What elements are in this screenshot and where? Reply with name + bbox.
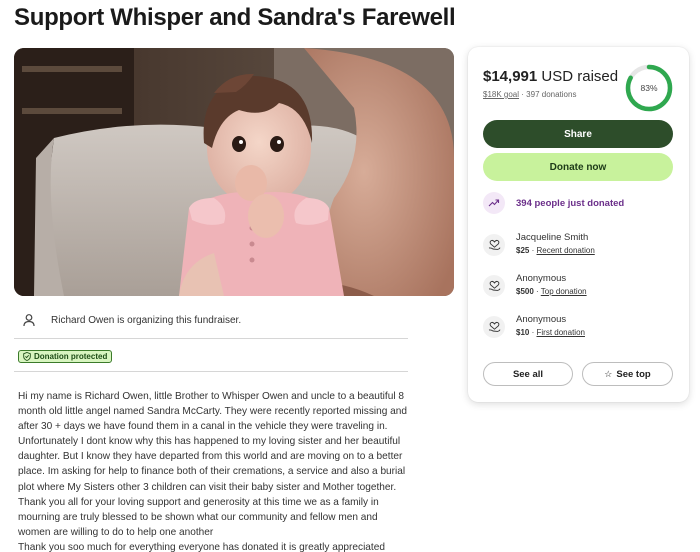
donor-name: Anonymous	[516, 314, 567, 325]
story-line: Thank you soo much for everything everyo…	[18, 541, 385, 552]
donor-separator: ·	[536, 287, 539, 296]
donation-count: 397 donations	[526, 90, 577, 99]
donor-meta: $10 · First donation	[516, 327, 585, 339]
amount-raised: $14,991 USD raised	[483, 68, 618, 85]
story-line: Thank you all for your loving support an…	[18, 496, 379, 508]
trending-up-icon	[483, 192, 505, 214]
story-line: Unfortunately I dont know why this has h…	[18, 436, 401, 448]
campaign-photo-image	[14, 48, 454, 296]
story-line: after 30 + days we have found them in a …	[18, 421, 388, 433]
donate-now-button[interactable]: Donate now	[483, 153, 673, 181]
donor-amount: $25	[516, 246, 530, 255]
goal-line: $18K goal · 397 donations	[483, 90, 576, 99]
divider	[14, 371, 408, 372]
heart-hand-icon	[483, 316, 505, 338]
page-title: Support Whisper and Sandra's Farewell	[14, 4, 456, 31]
organizer-row: Richard Owen is organizing this fundrais…	[18, 309, 408, 331]
heart-hand-icon	[483, 234, 505, 256]
divider	[14, 338, 408, 339]
goal-link[interactable]: $18K goal	[483, 90, 519, 99]
first-donation-link[interactable]: First donation	[537, 328, 585, 337]
donor-amount: $10	[516, 328, 530, 337]
story-line: Hi my name is Richard Owen, little Broth…	[18, 391, 404, 402]
story-line: plot where My Sisters other 3 children c…	[18, 481, 397, 493]
raised-amount: $14,991	[483, 68, 538, 85]
donor-separator: ·	[531, 328, 535, 337]
organizer-text: Richard Owen is organizing this fundrais…	[51, 314, 242, 326]
donor-item: Anonymous $500 · Top donation	[483, 273, 587, 298]
star-icon: ☆	[604, 368, 613, 379]
donation-protected-badge[interactable]: Donation protected	[18, 350, 113, 363]
see-top-label: See top	[616, 368, 651, 380]
badge-label: Donation protected	[34, 352, 108, 361]
donor-separator: ·	[531, 246, 535, 255]
recent-donation-link[interactable]: Recent donation	[537, 246, 595, 255]
see-top-button[interactable]: ☆ See top	[582, 362, 673, 386]
story-line: mourning are truly blessed to be shown w…	[18, 511, 378, 523]
donor-item: Jacqueline Smith $25 · Recent donation	[483, 232, 595, 257]
trending-row: 394 people just donated	[483, 192, 624, 214]
donor-amount: $500	[516, 287, 534, 296]
user-icon	[18, 309, 40, 331]
story-line: women are willing to do to help one anot…	[18, 526, 214, 538]
share-button[interactable]: Share	[483, 120, 673, 148]
donor-name: Jacqueline Smith	[516, 232, 589, 243]
donor-meta: $25 · Recent donation	[516, 245, 595, 257]
donor-item: Anonymous $10 · First donation	[483, 314, 585, 339]
story-line: place. Im asking for help to finance bot…	[18, 466, 406, 478]
progress-percent: 83%	[640, 83, 658, 93]
trending-text: 394 people just donated	[516, 197, 625, 209]
goal-separator: ·	[521, 90, 524, 99]
donation-card: $14,991 USD raised $18K goal · 397 donat…	[468, 47, 689, 402]
donor-name: Anonymous	[516, 273, 567, 284]
see-all-button[interactable]: See all	[483, 362, 573, 386]
story-line: month old little angel named Sandra McCa…	[18, 406, 407, 418]
progress-ring: 83%	[624, 63, 674, 113]
shield-check-icon	[23, 352, 31, 361]
story-text: Hi my name is Richard Owen, little Broth…	[18, 389, 418, 552]
heart-hand-icon	[483, 275, 505, 297]
top-donation-link[interactable]: Top donation	[541, 287, 587, 296]
donor-meta: $500 · Top donation	[516, 286, 587, 298]
raised-suffix: USD raised	[541, 68, 619, 85]
campaign-photo[interactable]	[14, 48, 454, 296]
story-line: daughter. But I know they have departed …	[18, 451, 403, 463]
